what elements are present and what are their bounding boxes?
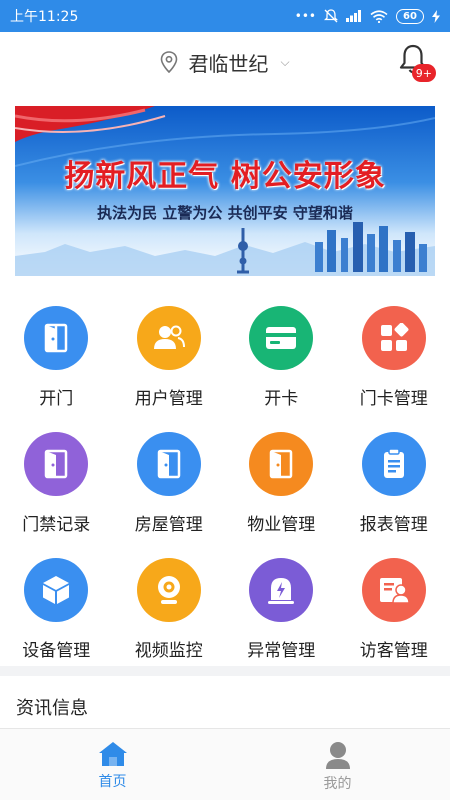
chevron-down-icon: ⌵ (280, 54, 290, 69)
grid-label: 报表管理 (359, 515, 428, 535)
bottom-tab-bar: 首页 我的 (0, 728, 450, 800)
grid-label: 异常管理 (247, 641, 316, 661)
card-icon (249, 306, 314, 370)
grid-label: 用户管理 (134, 389, 203, 409)
grid-item-house-management[interactable]: 房屋管理 (113, 426, 226, 552)
grid-item-property-management[interactable]: 物业管理 (225, 426, 338, 552)
grid-label: 开卡 (264, 389, 299, 409)
door-icon (136, 432, 201, 496)
banner-subline: 执法为民 立警为公 共创平安 守望和谐 (97, 204, 353, 222)
banner-headline: 扬新风正气 树公安形象 (64, 159, 386, 194)
grid-label: 门卡管理 (359, 389, 428, 409)
grid-item-issue-card[interactable]: 开卡 (225, 300, 338, 426)
mute-bell-icon (324, 9, 338, 23)
grid-label: 设备管理 (22, 641, 91, 661)
location-pin-icon (161, 51, 178, 73)
box-icon (24, 558, 89, 622)
user-icon (325, 742, 350, 769)
grid-item-user-management[interactable]: 用户管理 (113, 300, 226, 426)
door-icon (24, 306, 89, 370)
camera-icon (136, 558, 201, 622)
notification-badge: 9+ (411, 64, 436, 82)
grid-item-video-surveillance[interactable]: 视频监控 (113, 552, 226, 678)
charging-icon (432, 9, 440, 23)
apps-icon (361, 306, 426, 370)
section-divider (0, 666, 450, 676)
grid-label: 访客管理 (359, 641, 428, 661)
tab-mine[interactable]: 我的 (225, 729, 450, 800)
location-selector[interactable]: 君临世纪 ⌵ (160, 48, 290, 77)
promo-banner[interactable]: 扬新风正气 树公安形象 执法为民 立警为公 共创平安 守望和谐 (15, 106, 435, 276)
report-icon (361, 432, 426, 496)
status-time: 上午11:25 (10, 9, 79, 25)
signal-icon (346, 10, 361, 22)
grid-item-card-management[interactable]: 门卡管理 (338, 300, 450, 426)
battery-indicator: 60 (396, 8, 424, 24)
grid-item-access-records[interactable]: 门禁记录 (0, 426, 113, 552)
door-icon (249, 432, 314, 496)
alert-icon (249, 558, 314, 622)
grid-item-report-management[interactable]: 报表管理 (338, 426, 450, 552)
news-section-title: 资讯信息 (16, 698, 88, 719)
grid-label: 门禁记录 (22, 515, 91, 535)
more-dots-icon: ••• (294, 9, 316, 23)
visitor-icon (361, 558, 426, 622)
header: 君临世纪 ⌵ 9+ (0, 32, 450, 92)
function-grid: 开门 用户管理 开卡 门卡管理 门禁记录 房屋管理 物业管理 报表管理 设备管理… (0, 300, 450, 678)
notification-button[interactable]: 9+ (398, 44, 436, 82)
grid-item-exception-management[interactable]: 异常管理 (225, 552, 338, 678)
grid-label: 视频监控 (134, 641, 203, 661)
grid-label: 开门 (39, 389, 74, 409)
location-name: 君临世纪 (188, 51, 269, 76)
users-icon (136, 306, 201, 370)
grid-item-device-management[interactable]: 设备管理 (0, 552, 113, 678)
status-icons: ••• 60 (294, 8, 440, 24)
grid-label: 物业管理 (247, 515, 316, 535)
grid-item-open-door[interactable]: 开门 (0, 300, 113, 426)
tab-mine-label: 我的 (323, 776, 352, 792)
wifi-icon (370, 9, 388, 23)
tab-home-label: 首页 (98, 774, 127, 790)
grid-item-visitor-management[interactable]: 访客管理 (338, 552, 450, 678)
tab-home[interactable]: 首页 (0, 729, 225, 800)
door-icon (24, 432, 89, 496)
grid-label: 房屋管理 (134, 515, 203, 535)
status-bar: 上午11:25 ••• 60 (0, 0, 450, 32)
home-icon (98, 742, 127, 766)
